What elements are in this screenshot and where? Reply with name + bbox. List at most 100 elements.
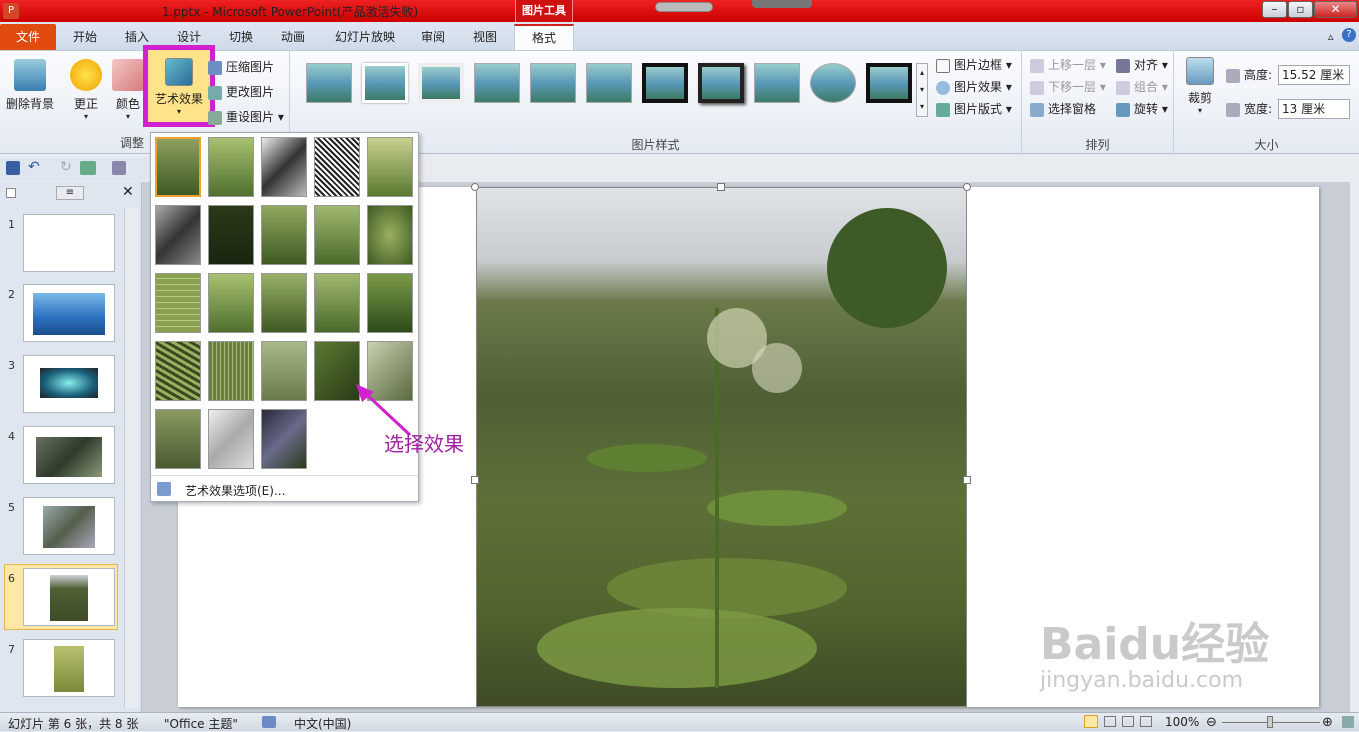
- bring-forward-button[interactable]: 上移一层 ▾: [1030, 55, 1106, 75]
- effect-option[interactable]: [367, 273, 413, 333]
- language[interactable]: 中文(中国): [294, 715, 351, 732]
- resize-handle[interactable]: [963, 476, 971, 484]
- slideshow-view-icon[interactable]: [1140, 716, 1152, 727]
- minimize-button[interactable]: –: [1262, 1, 1287, 18]
- slide-thumbnail[interactable]: [23, 284, 115, 342]
- effect-option[interactable]: [261, 273, 307, 333]
- tab-transitions[interactable]: 切换: [218, 26, 264, 50]
- effect-option[interactable]: [261, 409, 307, 469]
- effect-option[interactable]: [261, 137, 307, 197]
- style-thumb[interactable]: [474, 63, 520, 103]
- gallery-scroll[interactable]: ▴ ▾ ▾: [916, 63, 928, 117]
- effect-option[interactable]: [261, 341, 307, 401]
- powerpoint-logo-icon[interactable]: P: [3, 3, 19, 19]
- normal-view-icon[interactable]: [1084, 715, 1098, 728]
- effect-option[interactable]: [155, 409, 201, 469]
- compress-pictures-button[interactable]: 压缩图片: [208, 57, 274, 77]
- effect-option[interactable]: [261, 205, 307, 265]
- style-thumb[interactable]: [642, 63, 688, 103]
- effect-option[interactable]: [314, 137, 360, 197]
- tab-home[interactable]: 开始: [62, 26, 108, 50]
- style-thumb[interactable]: [306, 63, 352, 103]
- zoom-in-icon[interactable]: ⊕: [1322, 715, 1333, 730]
- slide-thumbnail[interactable]: [23, 497, 115, 555]
- slide-thumbnail-current[interactable]: [23, 568, 115, 626]
- slides-scrollbar[interactable]: [124, 208, 138, 708]
- picture-layout-button[interactable]: 图片版式 ▾: [936, 99, 1012, 119]
- help-icon[interactable]: ?: [1342, 28, 1356, 42]
- tab-review[interactable]: 审阅: [410, 26, 456, 50]
- zoom-level[interactable]: 100%: [1165, 715, 1199, 729]
- style-thumb[interactable]: [698, 63, 744, 103]
- artistic-effects-button[interactable]: 艺术效果 ▾: [143, 45, 215, 127]
- style-thumb[interactable]: [362, 63, 408, 103]
- style-thumb[interactable]: [418, 63, 464, 103]
- spellcheck-icon[interactable]: [262, 716, 276, 728]
- style-thumb[interactable]: [754, 63, 800, 103]
- effect-option[interactable]: [367, 205, 413, 265]
- picture-effects-button[interactable]: 图片效果 ▾: [936, 77, 1012, 97]
- effect-option[interactable]: [155, 341, 201, 401]
- canvas-scrollbar[interactable]: [1350, 182, 1359, 712]
- undo-icon[interactable]: ↶: [28, 159, 40, 175]
- effect-option[interactable]: [208, 205, 254, 265]
- fit-slide-icon[interactable]: [1342, 716, 1354, 728]
- tab-format[interactable]: 格式: [514, 24, 574, 51]
- tab-view[interactable]: 视图: [462, 26, 508, 50]
- slide-thumbnail[interactable]: [23, 355, 115, 413]
- sorter-view-icon[interactable]: [1104, 716, 1116, 727]
- redo-icon[interactable]: ↻: [60, 159, 72, 175]
- resize-handle[interactable]: [963, 183, 971, 191]
- effect-option[interactable]: [208, 137, 254, 197]
- slide-thumbnail[interactable]: [23, 426, 115, 484]
- theme-name[interactable]: "Office 主题": [164, 715, 238, 732]
- save-icon[interactable]: [6, 161, 20, 175]
- color-button[interactable]: 颜色 ▾: [110, 59, 146, 121]
- effect-option[interactable]: [208, 409, 254, 469]
- width-input[interactable]: 13 厘米: [1278, 99, 1350, 119]
- corrections-button[interactable]: 更正 ▾: [66, 59, 106, 121]
- remove-background-button[interactable]: 删除背景: [4, 59, 56, 112]
- maximize-button[interactable]: ▫: [1288, 1, 1313, 18]
- send-backward-button[interactable]: 下移一层 ▾: [1030, 77, 1106, 97]
- tab-file[interactable]: 文件: [0, 24, 56, 50]
- group-button[interactable]: 组合 ▾: [1116, 77, 1168, 97]
- picture-border-button[interactable]: 图片边框 ▾: [936, 55, 1012, 75]
- minimize-ribbon-icon[interactable]: ▵: [1328, 30, 1334, 43]
- tab-slideshow[interactable]: 幻灯片放映: [325, 26, 405, 50]
- style-thumb[interactable]: [810, 63, 856, 103]
- effect-option[interactable]: [367, 137, 413, 197]
- resize-handle[interactable]: [471, 183, 479, 191]
- effect-option[interactable]: [155, 205, 201, 265]
- effect-option[interactable]: [314, 273, 360, 333]
- format-icon[interactable]: [112, 161, 126, 175]
- reset-picture-button[interactable]: 重设图片 ▾: [208, 107, 284, 127]
- outline-tab-icon[interactable]: ≡: [56, 186, 84, 200]
- picture-icon[interactable]: [80, 161, 96, 175]
- slide-thumbnail[interactable]: [23, 214, 115, 272]
- zoom-slider-thumb[interactable]: [1267, 716, 1273, 728]
- rotate-button[interactable]: 旋转 ▾: [1116, 99, 1168, 119]
- resize-handle[interactable]: [717, 183, 725, 191]
- style-thumb[interactable]: [586, 63, 632, 103]
- crop-button[interactable]: 裁剪 ▾: [1182, 57, 1218, 115]
- effect-option[interactable]: [208, 273, 254, 333]
- zoom-out-icon[interactable]: ⊖: [1206, 715, 1217, 730]
- close-pane-icon[interactable]: ✕: [122, 184, 134, 200]
- slides-tab-icon[interactable]: [6, 188, 16, 198]
- effect-none[interactable]: [155, 137, 201, 197]
- reading-view-icon[interactable]: [1122, 716, 1134, 727]
- resize-handle[interactable]: [471, 476, 479, 484]
- style-thumb[interactable]: [530, 63, 576, 103]
- effect-option[interactable]: [208, 341, 254, 401]
- effect-option[interactable]: [314, 205, 360, 265]
- style-thumb[interactable]: [866, 63, 912, 103]
- height-input[interactable]: 15.52 厘米: [1278, 65, 1350, 85]
- tab-animations[interactable]: 动画: [270, 26, 316, 50]
- artistic-effects-options-item[interactable]: 艺术效果选项(E)...: [151, 477, 418, 501]
- effect-option[interactable]: [155, 273, 201, 333]
- change-picture-button[interactable]: 更改图片: [208, 82, 274, 102]
- selected-picture[interactable]: [476, 187, 967, 707]
- align-button[interactable]: 对齐 ▾: [1116, 55, 1168, 75]
- slide-thumbnail[interactable]: [23, 639, 115, 697]
